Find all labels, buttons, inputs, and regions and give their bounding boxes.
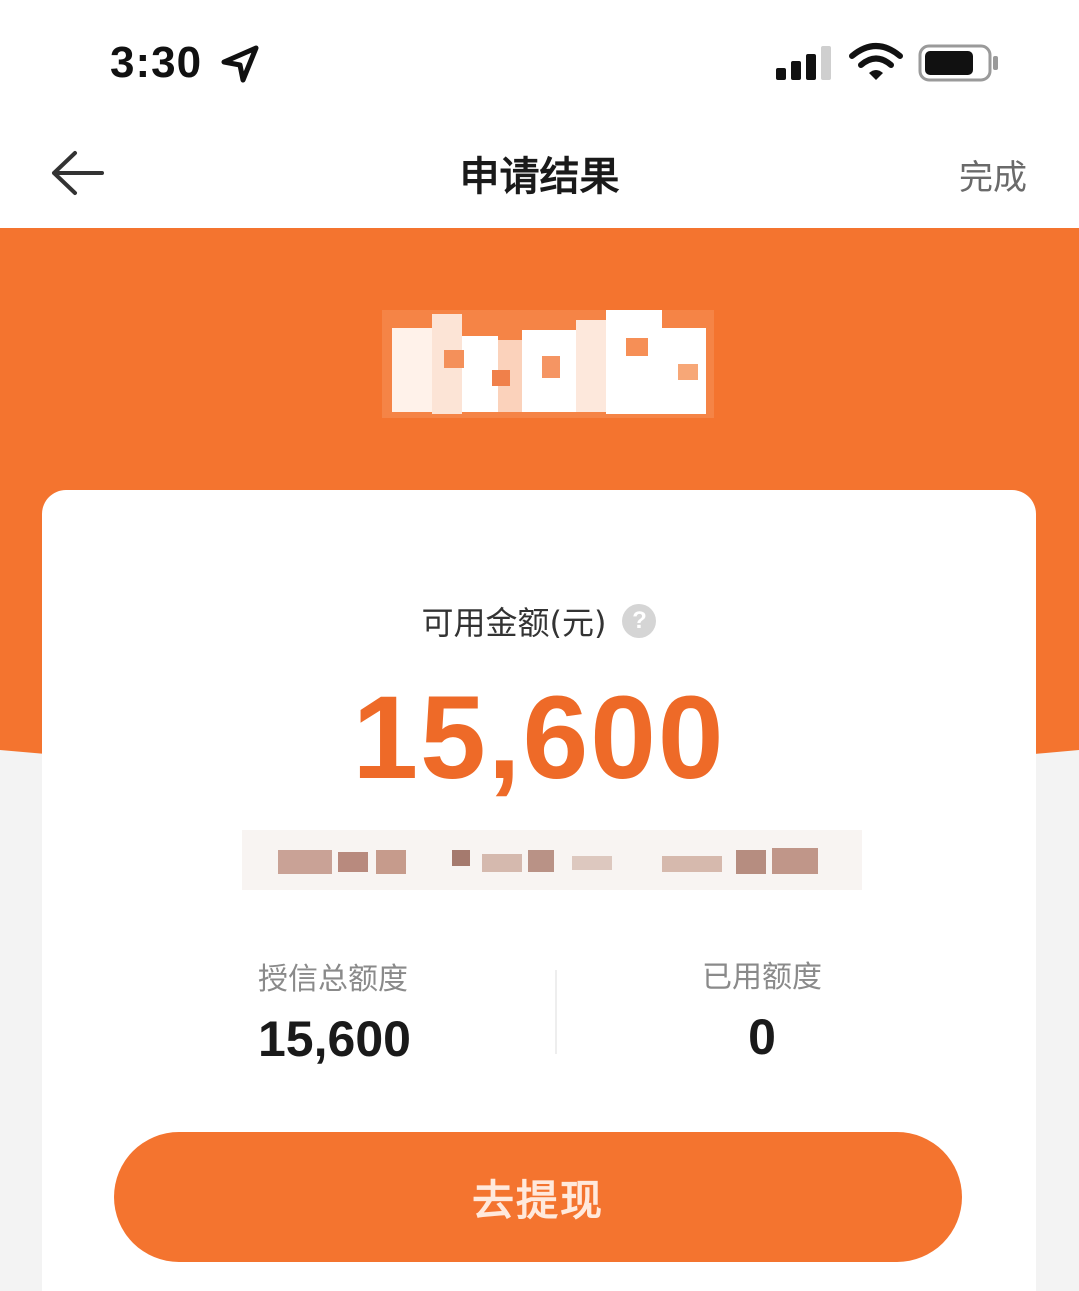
used-credit-label: 已用额度 [702, 960, 822, 995]
pixelated-info-text [242, 830, 862, 890]
withdraw-button-label: 去提现 [471, 1175, 604, 1225]
stat-divider [555, 970, 557, 1054]
nav-bar: 申请结果 完成 [0, 120, 1079, 228]
total-credit-stat: 授信总额度 15,600 [202, 954, 502, 1068]
page-title: 申请结果 [459, 154, 620, 200]
location-arrow-icon [221, 45, 259, 83]
total-credit-value: 15,600 [258, 1011, 411, 1067]
arrow-left-icon [52, 151, 104, 195]
app-screen: 3:30 申请结果 完成 可用金额(元) ? 15,600 授信总额度 15,6… [0, 0, 1079, 1291]
used-credit-stat: 已用额度 0 [642, 952, 882, 1066]
credit-result-card: 可用金额(元) ? 15,600 授信总额度 15,600 已用额度 0 去提现 [42, 490, 1036, 1291]
available-amount-label-row: 可用金额(元) ? [42, 598, 1036, 644]
battery-icon [918, 44, 998, 82]
available-amount: 15,600 [352, 672, 726, 804]
status-bar: 3:30 [0, 0, 1079, 120]
status-time: 3:30 [110, 38, 203, 87]
done-button[interactable]: 完成 [959, 150, 1027, 199]
withdraw-button[interactable]: 去提现 [114, 1132, 962, 1262]
available-amount-label: 可用金额(元) [421, 604, 607, 642]
total-credit-label: 授信总额度 [258, 962, 408, 997]
wifi-icon [849, 43, 903, 80]
used-credit-value: 0 [748, 1009, 776, 1065]
back-button[interactable] [42, 144, 112, 202]
help-icon[interactable]: ? [622, 604, 657, 638]
pixelated-brand-logo [382, 310, 714, 418]
cellular-signal-icon [776, 46, 831, 80]
